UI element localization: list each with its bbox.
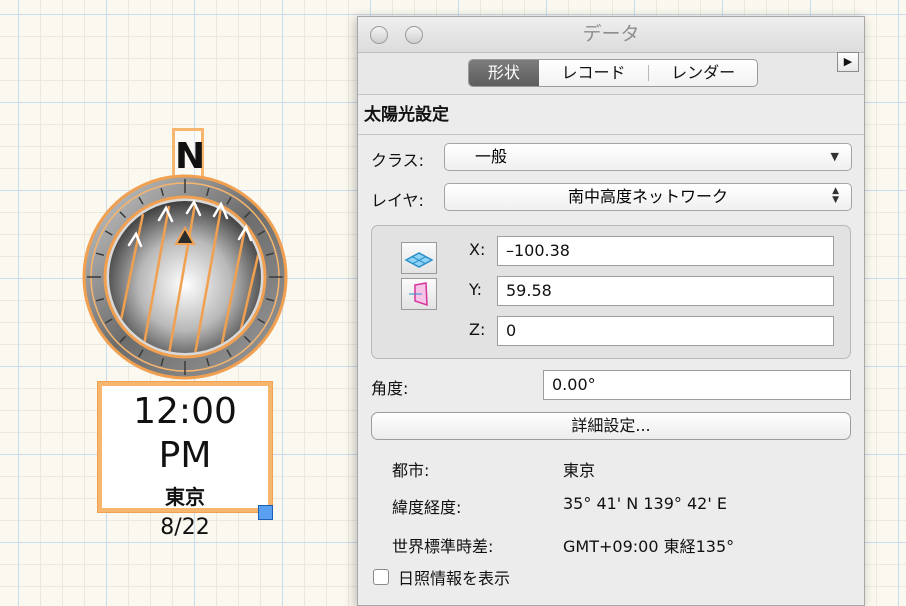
coordinate-group: X: –100.38 Y: 59.58 Z: 0: [371, 225, 851, 359]
latlong-label: 緯度経度:: [392, 498, 462, 517]
perspective-plane-icon[interactable]: [401, 278, 437, 310]
angle-field[interactable]: 0.00°: [543, 370, 851, 400]
sun-symbol[interactable]: N 12:00 PM 東京 8/22: [80, 126, 290, 540]
x-label: X:: [469, 240, 486, 259]
latlong-value: 35° 41' N 139° 42' E: [563, 494, 727, 513]
angle-label: 角度:: [371, 379, 409, 398]
layer-value: 南中高度ネットワーク: [567, 187, 728, 206]
section-title: 太陽光設定: [358, 95, 864, 135]
class-dropdown[interactable]: 一般 ▼: [444, 143, 852, 171]
detail-settings-button[interactable]: 詳細設定...: [371, 412, 851, 440]
city-value: 東京: [563, 461, 596, 480]
city-label: 都市:: [392, 461, 430, 480]
layer-label: レイヤ:: [371, 191, 424, 210]
class-label: クラス:: [371, 151, 425, 170]
selection-handle[interactable]: [258, 505, 273, 520]
utc-offset-value: GMT+09:00 東経135°: [563, 537, 735, 556]
class-value: 一般: [475, 147, 508, 166]
data-palette: データ 形状 レコード レンダー ▶ 太陽光設定 クラス: 一般 ▼ レイヤ: …: [357, 16, 865, 606]
tab-render[interactable]: レンダー: [649, 60, 757, 86]
x-field[interactable]: –100.38: [497, 236, 834, 266]
layer-dropdown[interactable]: 南中高度ネットワーク ▲ ▼: [444, 183, 852, 211]
plane-icon[interactable]: [401, 242, 437, 274]
window-title: データ: [582, 23, 640, 45]
show-sun-info-checkbox[interactable]: [373, 569, 389, 585]
y-label: Y:: [469, 280, 483, 299]
segmented-tabs: 形状 レコード レンダー: [468, 59, 758, 87]
updown-arrows-icon: ▲ ▼: [832, 186, 839, 205]
compass-dial[interactable]: [80, 172, 290, 382]
tab-shape[interactable]: 形状: [469, 60, 539, 86]
z-field[interactable]: 0: [497, 316, 834, 346]
utc-offset-label: 世界標準時差:: [392, 537, 494, 556]
palette-titlebar[interactable]: データ: [358, 17, 864, 53]
chevron-down-icon: ▼: [830, 150, 839, 163]
z-label: Z:: [469, 320, 486, 339]
date-text: 8/22: [160, 515, 210, 540]
tab-bar: 形状 レコード レンダー: [358, 53, 864, 95]
show-sun-info-label: 日照情報を表示: [398, 569, 511, 588]
triangle-right-icon[interactable]: ▶: [837, 52, 859, 72]
city-text: 東京: [165, 485, 205, 509]
y-field[interactable]: 59.58: [497, 276, 834, 306]
sun-info-box[interactable]: 12:00 PM 東京 8/22: [97, 381, 273, 540]
time-text: 12:00 PM: [133, 391, 237, 476]
tab-record[interactable]: レコード: [539, 60, 649, 86]
